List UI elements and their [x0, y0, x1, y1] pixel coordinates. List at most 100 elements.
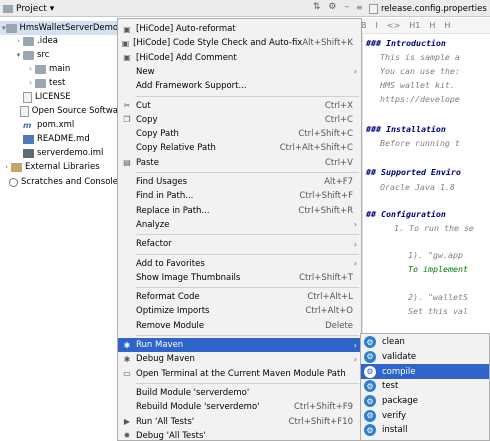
menu-item-label: Copy Path [136, 129, 179, 140]
tree-item-scratches-and-console[interactable]: Scratches and Console [0, 175, 118, 189]
menu-item-label: Cut [136, 100, 151, 111]
menu-item-paste[interactable]: ▤ Paste Ctrl+V [118, 156, 361, 170]
menu-item-add-framework-support[interactable]: Add Framework Support... [118, 79, 361, 93]
menu-shortcut: Ctrl+Alt+Shift+C [279, 143, 353, 154]
menu-item-hicode-add-comment[interactable]: ▣ [HiCode] Add Comment [118, 51, 361, 65]
maven-goal-verify[interactable]: ⚙ verify [361, 409, 489, 424]
italic-button[interactable]: I [376, 21, 378, 30]
menu-item-copy[interactable]: ❐ Copy Ctrl+C [118, 113, 361, 127]
menu-item-hicode-code-style-check-and-auto-fix[interactable]: ▣ [HiCode] Code Style Check and Auto-fix A… [118, 36, 361, 50]
menu-item-new[interactable]: New › [118, 65, 361, 79]
split-icon[interactable]: ⇅ [313, 2, 321, 12]
menu-item-copy-relative-path[interactable]: Copy Relative Path Ctrl+Alt+Shift+C [118, 141, 361, 155]
maven-goal-label: verify [382, 410, 406, 421]
heading1-button[interactable]: H1 [409, 21, 420, 30]
tree-item-label: .idea [37, 36, 58, 46]
maven-goal-package[interactable]: ⚙ package [361, 394, 489, 409]
folder-icon [35, 78, 46, 88]
project-panel-header: Project ▾ ⇅ ⚙ – [0, 0, 353, 17]
menu-item-run-all-tests[interactable]: ▶ Run 'All Tests' Ctrl+Shift+F10 [118, 415, 361, 429]
markdown-line: ### Installation [366, 124, 446, 134]
tree-item-readme-md[interactable]: README.md [0, 132, 118, 146]
menu-item-build-module-serverdemo[interactable]: Build Module 'serverdemo' [118, 386, 361, 400]
project-tree[interactable]: ▾ HmsWalletServerDemo › .idea ▾ src › main › test… [0, 18, 118, 441]
markdown-line: 1). "gw.app [408, 250, 463, 260]
markdown-toolbar: B I <> H1 H H [353, 18, 490, 34]
collapse-arrow-icon[interactable]: › [26, 79, 35, 87]
tree-item-serverdemo-iml[interactable]: serverdemo.iml [0, 146, 118, 160]
tree-item-license[interactable]: LICENSE [0, 90, 118, 104]
tree-item-label: main [49, 64, 71, 74]
minimize-icon[interactable]: – [345, 2, 350, 12]
maven-gear-icon: ⚙ [364, 365, 376, 378]
tab-list-icon[interactable]: ≡ [356, 3, 363, 12]
menu-shortcut: Ctrl+V [324, 157, 353, 168]
menu-item-debug-maven[interactable]: ✱ Debug Maven › [118, 352, 361, 366]
tree-item-pom-xml[interactable]: m pom.xml [0, 118, 118, 132]
markdown-line: Before running t [380, 138, 460, 148]
markdown-file-icon [23, 134, 34, 144]
markdown-line: https://develope [380, 94, 460, 104]
menu-item-refactor[interactable]: Refactor › [118, 237, 361, 251]
tree-item-external-libraries[interactable]: › External Libraries [0, 160, 118, 174]
debug-icon: ✹ [123, 431, 131, 441]
maven-goal-compile[interactable]: ⚙ compile [361, 364, 489, 379]
menu-item-label: Reformat Code [136, 292, 200, 303]
menu-item-find-in-path[interactable]: Find in Path... Ctrl+Shift+F [118, 189, 361, 203]
maven-gear-icon: ⚙ [364, 395, 376, 408]
menu-shortcut: Ctrl+Shift+T [299, 272, 353, 283]
tree-item-test[interactable]: › test [0, 76, 118, 90]
menu-item-cut[interactable]: ✂ Cut Ctrl+X [118, 99, 361, 113]
maven-goal-install[interactable]: ⚙ install [361, 423, 489, 438]
editor-tab-bar: ≡ release.config.properties × [353, 0, 490, 17]
collapse-arrow-icon[interactable]: › [14, 37, 23, 45]
tree-item-hmswalletserverdemo[interactable]: ▾ HmsWalletServerDemo [0, 21, 118, 35]
menu-item-find-usages[interactable]: Find Usages Alt+F7 [118, 175, 361, 189]
expand-arrow-icon[interactable]: ▾ [2, 24, 6, 32]
hicode-icon: ▣ [121, 38, 130, 48]
code-button[interactable]: <> [387, 21, 400, 30]
menu-item-show-image-thumbnails[interactable]: Show Image Thumbnails Ctrl+Shift+T [118, 271, 361, 285]
menu-item-analyze[interactable]: Analyze › [118, 218, 361, 232]
markdown-line: 1. To run the se [394, 223, 474, 233]
tree-item-open-source-softwa[interactable]: Open Source Softwa [0, 104, 118, 118]
folder-icon [23, 36, 34, 46]
menu-item-rebuild-module-serverdemo[interactable]: Rebuild Module 'serverdemo' Ctrl+Shift+F9 [118, 400, 361, 414]
menu-item-label: Find in Path... [136, 191, 194, 202]
menu-item-replace-in-path[interactable]: Replace in Path... Ctrl+Shift+R [118, 204, 361, 218]
context-menu: ▣ [HiCode] Auto-reformat ▣ [HiCode] Code St… [117, 18, 362, 441]
menu-item-copy-path[interactable]: Copy Path Ctrl+Shift+C [118, 127, 361, 141]
heading-button[interactable]: H [429, 21, 435, 30]
submenu-arrow-icon: › [353, 67, 357, 77]
submenu-arrow-icon: › [353, 259, 357, 268]
tree-item-label: README.md [37, 134, 90, 144]
menu-item-run-maven[interactable]: ✱ Run Maven › [118, 338, 361, 352]
tree-item-idea[interactable]: › .idea [0, 34, 118, 48]
terminal-icon: ▭ [123, 369, 131, 379]
collapse-arrow-icon[interactable]: › [2, 163, 11, 171]
markdown-line: Oracle Java 1.8 [380, 182, 455, 192]
maven-goal-test[interactable]: ⚙ test [361, 379, 489, 394]
menu-item-optimize-imports[interactable]: Optimize Imports Ctrl+Alt+O [118, 304, 361, 318]
collapse-arrow-icon[interactable]: › [26, 65, 35, 73]
maven-gear-icon: ⚙ [364, 350, 376, 363]
expand-arrow-icon[interactable]: ▾ [14, 51, 23, 59]
tab-release-config[interactable]: release.config.properties × [369, 2, 490, 15]
menu-item-label: [HiCode] Code Style Check and Auto-fix [133, 38, 303, 49]
maven-goal-validate[interactable]: ⚙ validate [361, 350, 489, 365]
folder-icon [5, 23, 17, 33]
gear-icon[interactable]: ⚙ [328, 2, 336, 12]
menu-item-add-to-favorites[interactable]: Add to Favorites › [118, 257, 361, 271]
menu-item-open-terminal-at-the-current-maven-module-path[interactable]: ▭ Open Terminal at the Current Maven Modu… [118, 367, 361, 381]
tree-item-src[interactable]: ▾ src [0, 48, 118, 62]
project-view-selector[interactable]: Project ▾ [3, 2, 54, 15]
tree-item-main[interactable]: › main [0, 62, 118, 76]
maven-goal-clean[interactable]: ⚙ clean [361, 335, 489, 350]
menu-item-remove-module[interactable]: Remove Module Delete [118, 319, 361, 333]
heading-small-button[interactable]: H [444, 21, 450, 30]
submenu-arrow-icon: › [353, 220, 357, 230]
menu-item-label: Refactor [136, 239, 172, 250]
menu-item-hicode-auto-reformat[interactable]: ▣ [HiCode] Auto-reformat [118, 22, 361, 36]
menu-item-reformat-code[interactable]: Reformat Code Ctrl+Alt+L [118, 290, 361, 304]
menu-item-debug-all-tests[interactable]: ✹ Debug 'All Tests' [118, 429, 361, 441]
